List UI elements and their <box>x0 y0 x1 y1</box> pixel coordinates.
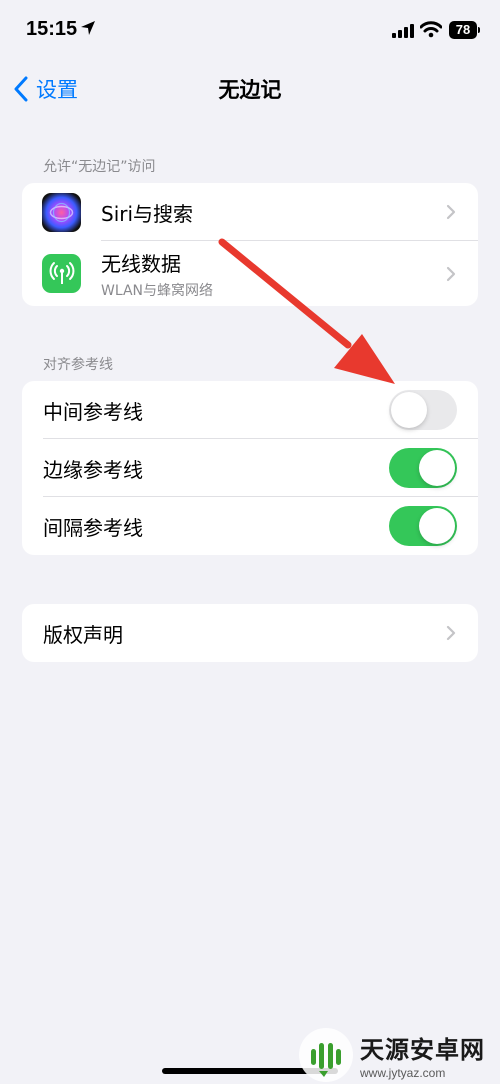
center-guide-label: 中间参考线 <box>43 399 143 424</box>
copyright-group: 版权声明 <box>22 604 478 662</box>
chevron-right-icon <box>446 266 456 281</box>
watermark-text: 天源安卓网 www.jytyaz.com <box>360 1030 485 1080</box>
chevron-right-icon <box>446 625 456 641</box>
status-bar: 15:15 78 <box>0 0 500 60</box>
spacing-guide-label: 间隔参考线 <box>43 515 143 540</box>
spacing-guide-row: 间隔参考线 <box>22 497 478 555</box>
spacing-guide-toggle[interactable] <box>389 506 457 546</box>
cellular-signal-icon <box>392 24 414 38</box>
center-guide-toggle[interactable] <box>389 390 457 430</box>
wireless-data-label: 无线数据 <box>101 251 181 276</box>
nav-bar: 无边记 设置 <box>0 60 500 116</box>
siri-search-label: Siri与搜索 <box>101 201 194 226</box>
status-time: 15:15 <box>26 18 78 40</box>
wifi-icon <box>420 21 442 38</box>
edge-guide-label: 边缘参考线 <box>43 457 143 482</box>
back-label: 设置 <box>36 78 78 102</box>
guides-group: 中间参考线 边缘参考线 间隔参考线 <box>22 381 478 555</box>
siri-search-row[interactable]: Siri与搜索 <box>22 183 478 241</box>
wireless-data-sublabel: WLAN与蜂窝网络 <box>101 282 214 299</box>
edge-guide-toggle[interactable] <box>389 448 457 488</box>
watermark-url: www.jytyaz.com <box>360 1065 446 1080</box>
chevron-right-icon <box>446 204 456 220</box>
settings-screen: 15:15 78 无边记 设置 允许“无边记”访问 Siri与搜索 无线数据 W… <box>0 0 500 1084</box>
copyright-label: 版权声明 <box>43 622 123 647</box>
location-arrow-icon <box>81 21 95 35</box>
watermark-name: 天源安卓网 <box>360 1035 485 1064</box>
access-group: Siri与搜索 无线数据 WLAN与蜂窝网络 <box>22 183 478 306</box>
siri-icon <box>42 192 81 232</box>
copyright-row[interactable]: 版权声明 <box>22 604 478 662</box>
chevron-left-icon <box>14 76 28 102</box>
wireless-data-row[interactable]: 无线数据 WLAN与蜂窝网络 <box>22 241 478 306</box>
android-logo-icon <box>299 1027 353 1082</box>
watermark: 天源安卓网 www.jytyaz.com <box>298 1025 500 1084</box>
edge-guide-row: 边缘参考线 <box>22 439 478 497</box>
center-guide-row: 中间参考线 <box>22 381 478 439</box>
back-button[interactable]: 设置 <box>12 74 78 104</box>
section-header-access: 允许“无边记”访问 <box>43 159 156 175</box>
battery-icon: 78 <box>449 21 481 39</box>
section-header-guides: 对齐参考线 <box>43 357 113 373</box>
antenna-icon <box>42 254 81 293</box>
wireless-data-text: 无线数据 WLAN与蜂窝网络 <box>101 248 213 300</box>
battery-level: 78 <box>449 21 477 39</box>
